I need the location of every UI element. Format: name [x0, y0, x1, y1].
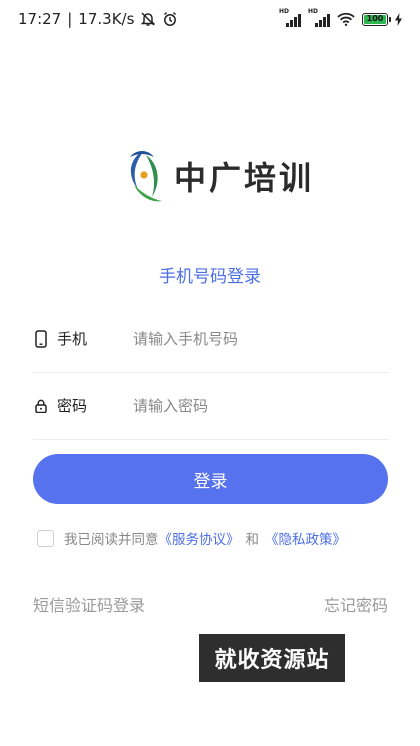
battery-icon: 100 [362, 12, 391, 26]
mute-bell-icon [141, 12, 156, 26]
agreement-and: 和 [245, 532, 260, 548]
alarm-icon [164, 12, 177, 26]
wifi-icon [337, 12, 355, 26]
phone-row: 手机 [33, 305, 389, 373]
phone-input[interactable] [131, 328, 389, 349]
service-agreement-link[interactable]: 《服务协议》 [159, 528, 240, 548]
logo-text: 中广培训 [174, 159, 315, 197]
password-label: 密码 [57, 397, 88, 415]
battery-level: 100 [364, 14, 386, 24]
status-separator: | [67, 10, 73, 28]
agreement-prefix: 我已阅读并同意 [64, 532, 159, 548]
watermark: 就收资源站 [199, 634, 345, 682]
app-logo: 中广培训 [124, 145, 314, 207]
charging-icon [395, 12, 402, 26]
bottom-links: 短信验证码登录 忘记密码 [33, 592, 388, 616]
login-button[interactable]: 登录 [33, 454, 388, 504]
password-row: 密码 [33, 372, 389, 440]
sms-login-link[interactable]: 短信验证码登录 [33, 592, 145, 616]
status-right: HD HD 100 [279, 8, 402, 27]
status-time: 17:27 [18, 10, 62, 28]
status-left: 17:27 | 17.3K/s [18, 10, 178, 28]
network-speed: 17.3K/s [78, 10, 135, 28]
phone-icon [33, 329, 49, 348]
status-bar: 17:27 | 17.3K/s HD HD 100 [0, 0, 420, 38]
agreement-checkbox[interactable] [37, 529, 54, 547]
logo-mark-icon [130, 151, 162, 202]
phone-label: 手机 [57, 330, 88, 348]
agreement-row: 我已阅读并同意 《服务协议》 和 《隐私政策》 [37, 528, 346, 548]
login-mode-title: 手机号码登录 [159, 267, 261, 287]
signal-2-icon: HD [308, 8, 330, 27]
privacy-policy-link[interactable]: 《隐私政策》 [265, 528, 346, 548]
forgot-password-link[interactable]: 忘记密码 [324, 592, 388, 616]
lock-icon [33, 397, 49, 415]
password-input[interactable] [131, 395, 389, 416]
signal-1-icon: HD [279, 8, 301, 27]
watermark-text: 就收资源站 [214, 648, 330, 673]
